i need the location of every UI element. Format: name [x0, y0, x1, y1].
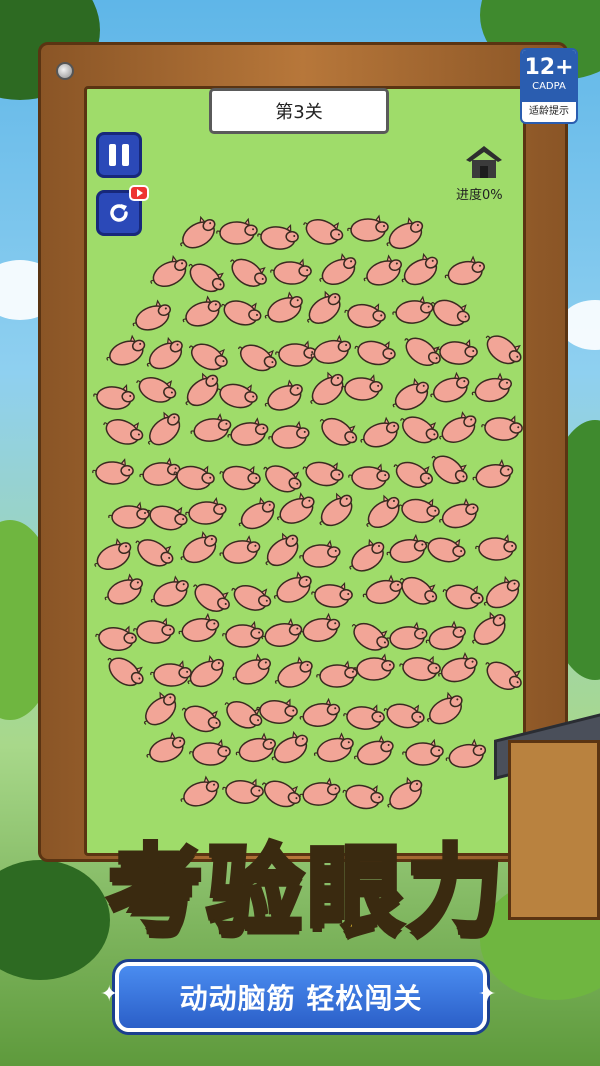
pig-icon[interactable] — [183, 496, 229, 528]
pig-icon[interactable] — [215, 217, 260, 248]
pig-icon[interactable] — [478, 410, 526, 446]
pig-icon[interactable] — [224, 415, 271, 450]
pause-button[interactable] — [96, 132, 142, 178]
age-rating-badge: 12+ CADPA 适龄提示 — [520, 48, 578, 124]
level-title: 第3关 — [209, 88, 389, 134]
pig-icon[interactable] — [254, 219, 301, 254]
replay-button[interactable] — [96, 185, 149, 236]
pig-icon[interactable] — [468, 456, 516, 493]
pig-icon[interactable] — [433, 334, 480, 369]
pig-icon[interactable] — [91, 456, 137, 488]
pig-icon[interactable] — [352, 653, 397, 684]
pig-icon[interactable] — [339, 372, 385, 404]
game-title: 考 验 眼 力 — [50, 826, 560, 956]
bolt-icon — [56, 62, 74, 80]
pig-icon[interactable] — [309, 578, 356, 613]
rating-age: 12+ — [524, 55, 574, 80]
replay-icon — [110, 204, 128, 222]
subtitle-text: 动动脑筋 轻松闯关 — [179, 982, 423, 1015]
title-char: 验 — [205, 834, 306, 949]
title-char: 眼 — [305, 834, 406, 949]
pig-icon[interactable] — [297, 776, 344, 810]
title-char: 力 — [405, 834, 506, 949]
rating-tip: 适龄提示 — [529, 106, 569, 117]
pig-icon[interactable] — [401, 737, 446, 768]
rating-org: CADPA — [532, 81, 566, 92]
pig-icon[interactable] — [266, 419, 312, 452]
pig-icon[interactable] — [268, 256, 314, 289]
progress-label: 进度0% — [456, 188, 503, 203]
title-char: 考 — [105, 834, 206, 949]
house-icon — [466, 146, 502, 178]
pig-icon[interactable] — [90, 379, 137, 414]
video-ad-icon — [129, 185, 149, 201]
subtitle-ribbon: 动动脑筋 轻松闯关 — [115, 962, 487, 1032]
pig-icon[interactable] — [346, 461, 392, 494]
pig-icon[interactable] — [473, 532, 519, 564]
sparkle-icon: ✦ — [478, 982, 497, 1007]
sparkle-icon: ✦ — [100, 982, 119, 1007]
pause-icon — [109, 144, 129, 166]
pig-icon[interactable] — [187, 738, 232, 770]
pig-icon[interactable] — [131, 614, 177, 648]
